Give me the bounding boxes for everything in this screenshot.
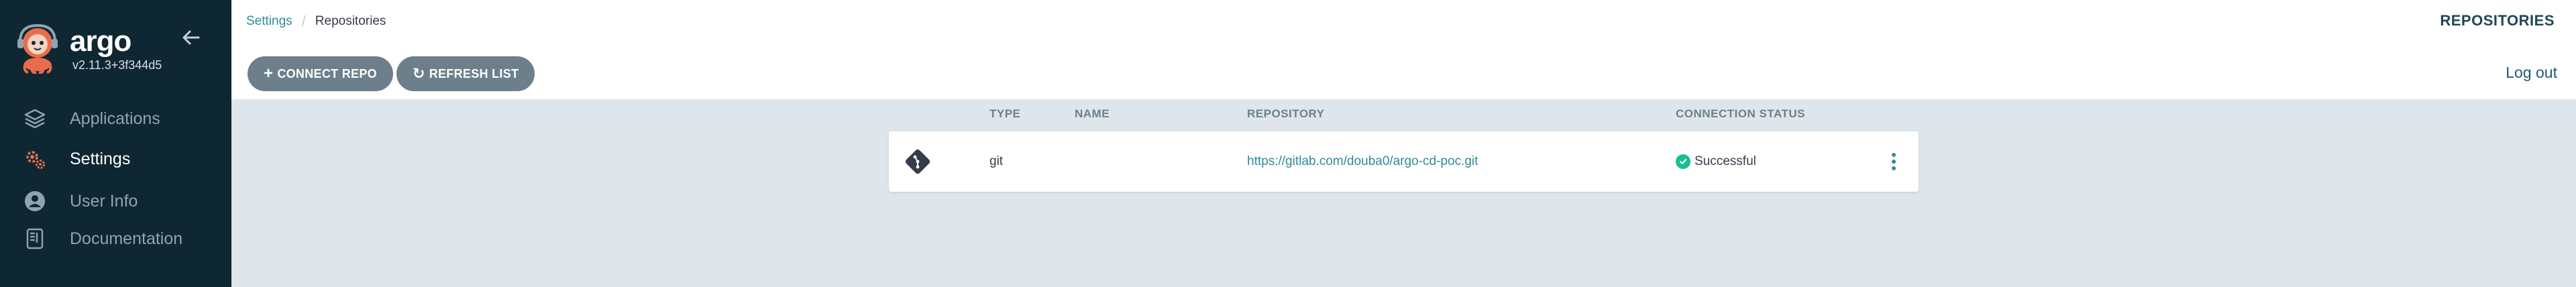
more-vertical-icon (1892, 153, 1896, 170)
column-header-connection-status: CONNECTION STATUS (1676, 107, 1805, 120)
version-label: v2.11.3+3f344d5 (72, 58, 162, 72)
user-circle-icon (21, 188, 48, 215)
logout-link[interactable]: Log out (2506, 64, 2557, 82)
book-icon (21, 225, 48, 252)
gear-icon (21, 146, 48, 172)
refresh-list-label: REFRESH LIST (429, 66, 519, 80)
column-header-name: NAME (1075, 107, 1110, 120)
column-header-repository: REPOSITORY (1247, 107, 1325, 120)
sidebar-item-label: Settings (70, 149, 131, 168)
sidebar-item-settings[interactable]: Settings (21, 143, 223, 175)
cell-connection-status: Successful (1676, 131, 1756, 192)
status-text: Successful (1695, 154, 1756, 168)
breadcrumb-settings-link[interactable]: Settings (246, 14, 292, 29)
git-icon (904, 131, 932, 192)
breadcrumb: Settings / Repositories (246, 13, 386, 30)
sidebar-item-applications[interactable]: Applications (21, 103, 223, 135)
connect-repo-button[interactable]: + CONNECT REPO (248, 56, 393, 91)
plus-icon: + (264, 64, 274, 82)
row-actions-menu-button[interactable] (1880, 131, 1907, 192)
logo-text: argo (70, 25, 131, 58)
argo-mascot-icon (17, 23, 58, 74)
refresh-list-button[interactable]: ↻ REFRESH LIST (396, 56, 535, 91)
sidebar-item-documentation[interactable]: Documentation (21, 223, 223, 255)
sidebar-item-label: Applications (70, 109, 160, 128)
connect-repo-label: CONNECT REPO (277, 66, 377, 80)
collapse-sidebar-button[interactable] (178, 24, 205, 51)
sidebar-item-label: Documentation (70, 229, 183, 248)
cell-type: git (989, 154, 1004, 168)
repository-url-link[interactable]: https://gitlab.com/douba0/argo-cd-poc.gi… (1247, 131, 1478, 192)
table-row[interactable]: git https://gitlab.com/douba0/argo-cd-po… (889, 131, 1919, 192)
arrow-left-icon (182, 30, 200, 45)
sidebar-item-user-info[interactable]: User Info (21, 185, 223, 217)
sidebar-item-label: User Info (70, 191, 138, 211)
breadcrumb-separator: / (301, 13, 306, 30)
toolbar: + CONNECT REPO ↻ REFRESH LIST (248, 56, 535, 91)
layers-icon (21, 105, 48, 132)
page-title: REPOSITORIES (2440, 12, 2555, 29)
top-bar: Settings / Repositories REPOSITORIES + C… (231, 0, 2576, 99)
breadcrumb-current: Repositories (315, 14, 386, 28)
check-circle-icon (1676, 154, 1690, 169)
table-header: TYPE NAME REPOSITORY CONNECTION STATUS (889, 107, 1919, 123)
refresh-icon: ↻ (412, 65, 425, 82)
column-header-type: TYPE (989, 107, 1021, 120)
sidebar: argo v2.11.3+3f344d5 Applications Settin (0, 0, 231, 287)
